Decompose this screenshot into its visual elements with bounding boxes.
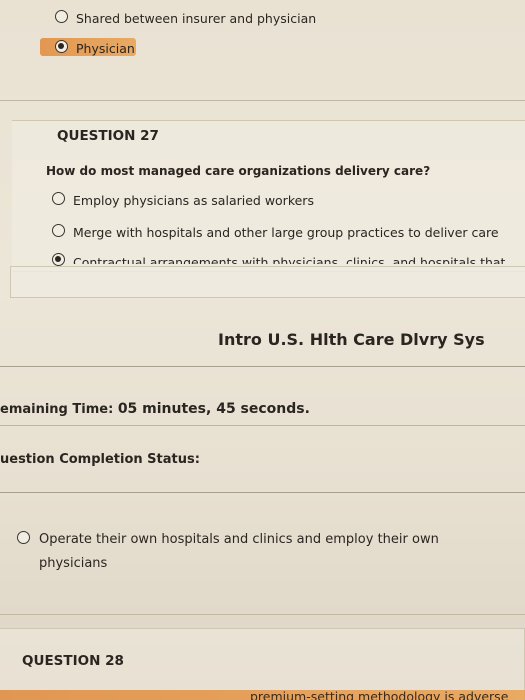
q26-option-shared[interactable]: Shared between insurer and physician xyxy=(76,11,316,26)
option-operate-line2[interactable]: physicians xyxy=(39,556,107,571)
q27-option-contractual[interactable]: Contractual arrangements with physicians… xyxy=(73,254,505,264)
q26-radio-shared[interactable] xyxy=(55,10,68,23)
q27-radio-employ[interactable] xyxy=(52,192,65,205)
header-bar xyxy=(10,266,525,298)
option-operate-radio[interactable] xyxy=(17,531,30,544)
remaining-time-label: emaining Time: xyxy=(0,402,114,417)
remaining-time-value: 05 minutes, 45 seconds. xyxy=(117,401,310,417)
q26-radio-physician[interactable] xyxy=(55,40,68,53)
question-28-heading: QUESTION 28 xyxy=(22,653,124,669)
divider xyxy=(0,492,525,493)
course-title: Intro U.S. Hlth Care Dlvry Sys xyxy=(218,330,485,349)
remaining-time: emaining Time: 05 minutes, 45 seconds. xyxy=(0,401,310,417)
option-operate-line1[interactable]: Operate their own hospitals and clinics … xyxy=(39,532,439,547)
divider xyxy=(0,614,525,615)
question-27-prompt: How do most managed care organizations d… xyxy=(46,164,431,178)
question-28-preview: premium-setting methodology is adverse xyxy=(250,689,509,700)
divider xyxy=(0,425,525,426)
divider xyxy=(0,100,525,101)
q27-option-employ[interactable]: Employ physicians as salaried workers xyxy=(73,193,314,208)
q27-option-merge[interactable]: Merge with hospitals and other large gro… xyxy=(73,225,499,240)
question-27-heading: QUESTION 27 xyxy=(57,128,159,144)
q27-radio-contractual[interactable] xyxy=(52,253,65,266)
q26-option-physician[interactable]: Physician xyxy=(76,41,135,56)
divider xyxy=(0,366,525,367)
completion-status-label: uestion Completion Status: xyxy=(0,452,200,467)
q27-radio-merge[interactable] xyxy=(52,224,65,237)
